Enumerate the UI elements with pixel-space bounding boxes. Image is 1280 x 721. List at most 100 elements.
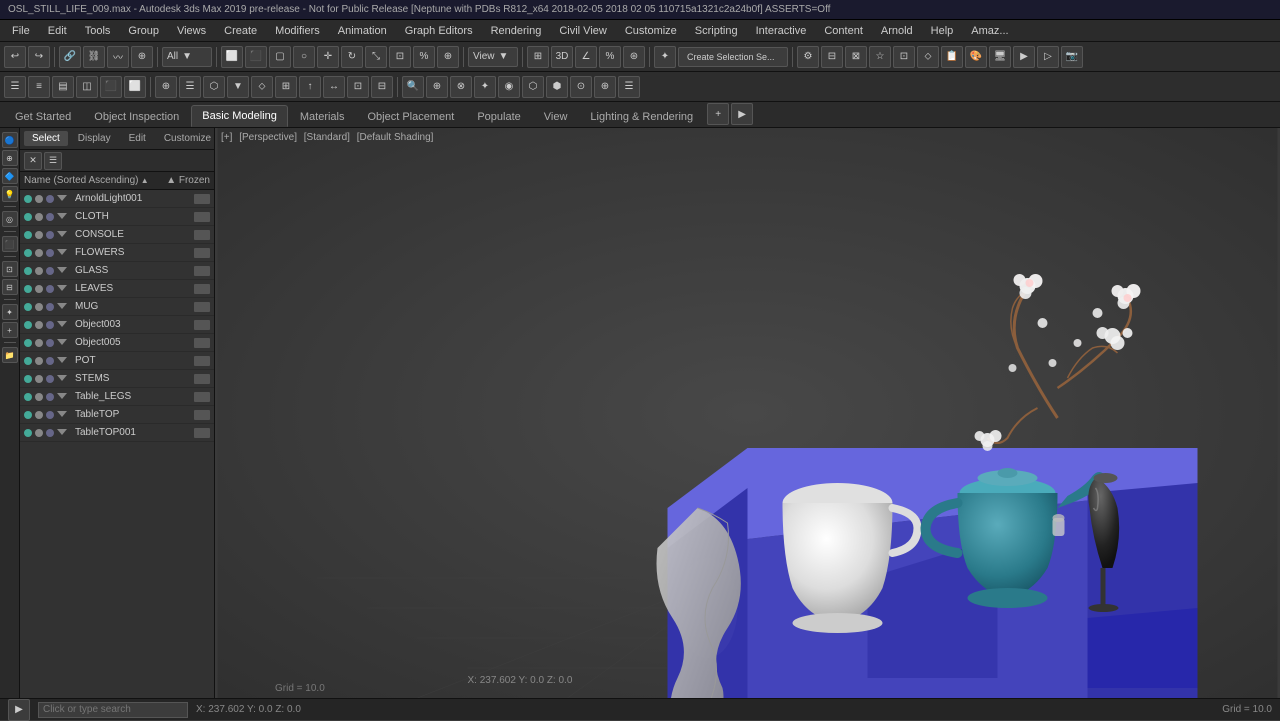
snap-toggle-button[interactable]: ⊕ xyxy=(437,46,459,68)
scene-list-item[interactable]: CLOTH xyxy=(20,208,214,226)
scene-icon-9[interactable]: ✦ xyxy=(2,304,18,320)
scene-list-item[interactable]: STEMS xyxy=(20,370,214,388)
menu-amazon[interactable]: Amaz... xyxy=(963,23,1016,39)
menu-modifiers[interactable]: Modifiers xyxy=(267,23,328,39)
rotate-button[interactable]: ↻ xyxy=(341,46,363,68)
toolbar2-btn13[interactable]: ↑ xyxy=(299,76,321,98)
scene-tab-customize[interactable]: Customize xyxy=(156,131,214,146)
scale-button[interactable]: ⤡ xyxy=(365,46,387,68)
cursor-mode-button[interactable]: ✦ xyxy=(654,46,676,68)
menu-rendering[interactable]: Rendering xyxy=(483,23,550,39)
menu-file[interactable]: File xyxy=(4,23,38,39)
scene-list-item[interactable]: LEAVES xyxy=(20,280,214,298)
toolbar2-btn15[interactable]: ⊡ xyxy=(347,76,369,98)
toolbar2-btn14[interactable]: ↔ xyxy=(323,76,345,98)
toolbar2-btn12[interactable]: ⊞ xyxy=(275,76,297,98)
menu-scripting[interactable]: Scripting xyxy=(687,23,746,39)
place-highlight-button[interactable]: ☆ xyxy=(869,46,891,68)
scene-tab-select[interactable]: Select xyxy=(24,131,68,146)
scene-icon-3[interactable]: 🔷 xyxy=(2,168,18,184)
scene-list-item[interactable]: ArnoldLight001 xyxy=(20,190,214,208)
menu-graph-editors[interactable]: Graph Editors xyxy=(397,23,481,39)
tab-add-button[interactable]: + xyxy=(707,103,729,125)
tab-object-placement[interactable]: Object Placement xyxy=(356,106,465,127)
scene-icon-10[interactable]: + xyxy=(2,322,18,338)
toolbar2-btn22[interactable]: ⬡ xyxy=(522,76,544,98)
toolbar2-btn10[interactable]: ▼ xyxy=(227,76,249,98)
menu-create[interactable]: Create xyxy=(216,23,265,39)
select-circle-button[interactable]: ○ xyxy=(293,46,315,68)
scene-ctrl-options[interactable]: ☰ xyxy=(44,152,62,170)
mirror-button[interactable]: ⊡ xyxy=(389,46,411,68)
normal-align-button[interactable]: ⊠ xyxy=(845,46,867,68)
select-object-button[interactable]: ⬜ xyxy=(221,46,243,68)
menu-animation[interactable]: Animation xyxy=(330,23,395,39)
scene-list-item[interactable]: CONSOLE xyxy=(20,226,214,244)
scene-tab-display[interactable]: Display xyxy=(70,131,119,146)
toolbar2-btn24[interactable]: ⊙ xyxy=(570,76,592,98)
scene-icon-2[interactable]: ⊕ xyxy=(2,150,18,166)
layer-props-button[interactable]: 📋 xyxy=(941,46,963,68)
menu-group[interactable]: Group xyxy=(120,23,167,39)
unlink-button[interactable]: ⛓ xyxy=(83,46,105,68)
menu-content[interactable]: Content xyxy=(816,23,871,39)
scene-list-item[interactable]: MUG xyxy=(20,298,214,316)
toolbar2-btn5[interactable]: ⬛ xyxy=(100,76,122,98)
menu-views[interactable]: Views xyxy=(169,23,214,39)
tab-lighting-rendering[interactable]: Lighting & Rendering xyxy=(579,106,704,127)
tab-overflow-button[interactable]: ▶ xyxy=(731,103,753,125)
toolbar2-btn3[interactable]: ▤ xyxy=(52,76,74,98)
view-dropdown[interactable]: View ▼ xyxy=(468,47,518,67)
tab-object-inspection[interactable]: Object Inspection xyxy=(83,106,190,127)
scene-icon-8[interactable]: ⊟ xyxy=(2,279,18,295)
filter-dropdown[interactable]: All ▼ xyxy=(162,47,212,67)
toolbar2-btn18[interactable]: ⊕ xyxy=(426,76,448,98)
menu-customize[interactable]: Customize xyxy=(617,23,685,39)
tab-get-started[interactable]: Get Started xyxy=(4,106,82,127)
menu-edit[interactable]: Edit xyxy=(40,23,75,39)
wire-color-button[interactable]: 🎨 xyxy=(965,46,987,68)
align-button[interactable]: ⊟ xyxy=(821,46,843,68)
menu-interactive[interactable]: Interactive xyxy=(748,23,815,39)
scene-icon-11[interactable]: 📁 xyxy=(2,347,18,363)
edit-geometry-button[interactable]: ⚙ xyxy=(797,46,819,68)
toolbar2-btn17[interactable]: 🔍 xyxy=(402,76,424,98)
scene-list-item[interactable]: TableTOP001 xyxy=(20,424,214,442)
menu-help[interactable]: Help xyxy=(923,23,962,39)
scene-list-item[interactable]: TableTOP xyxy=(20,406,214,424)
menu-civil-view[interactable]: Civil View xyxy=(551,23,614,39)
scene-list-item[interactable]: FLOWERS xyxy=(20,244,214,262)
select-filter-button[interactable]: ⊕ xyxy=(131,46,153,68)
render-frame-button[interactable]: ▶ xyxy=(1013,46,1035,68)
play-button[interactable]: ▶ xyxy=(8,699,30,721)
toolbar2-btn7[interactable]: ⊕ xyxy=(155,76,177,98)
align-view-button[interactable]: ⬦ xyxy=(917,46,939,68)
menu-tools[interactable]: Tools xyxy=(77,23,119,39)
scene-icon-5[interactable]: ◎ xyxy=(2,211,18,227)
toolbar2-btn2[interactable]: ≡ xyxy=(28,76,50,98)
viewport-area[interactable]: [+] [Perspective] [Standard] [Default Sh… xyxy=(215,128,1280,698)
render-production-button[interactable]: ▷ xyxy=(1037,46,1059,68)
toolbar2-btn25[interactable]: ⊕ xyxy=(594,76,616,98)
move-button[interactable]: ✛ xyxy=(317,46,339,68)
scene-list-item[interactable]: GLASS xyxy=(20,262,214,280)
bind-space-warp-button[interactable]: 〰 xyxy=(107,46,129,68)
scene-icon-6[interactable]: ⬛ xyxy=(2,236,18,252)
select-region-button[interactable]: ⬛ xyxy=(245,46,267,68)
viewport-layout-button[interactable]: ⊞ xyxy=(527,46,549,68)
link-button[interactable]: 🔗 xyxy=(59,46,81,68)
scene-icon-4[interactable]: 💡 xyxy=(2,186,18,202)
scene-tab-edit[interactable]: Edit xyxy=(121,131,154,146)
toolbar2-btn11[interactable]: ⬦ xyxy=(251,76,273,98)
scene-ctrl-close[interactable]: ✕ xyxy=(24,152,42,170)
tab-basic-modeling[interactable]: Basic Modeling xyxy=(191,105,288,127)
select-rect-button[interactable]: ▢ xyxy=(269,46,291,68)
percent-snap-button2[interactable]: % xyxy=(599,46,621,68)
toolbar2-btn16[interactable]: ⊟ xyxy=(371,76,393,98)
create-selection-button[interactable]: Create Selection Se... xyxy=(678,47,788,67)
render-setup-button[interactable]: 🖥 xyxy=(989,46,1011,68)
percent-snap-button[interactable]: % xyxy=(413,46,435,68)
align-camera-button[interactable]: ⊡ xyxy=(893,46,915,68)
render-presets-button[interactable]: 📷 xyxy=(1061,46,1083,68)
toolbar2-btn21[interactable]: ◉ xyxy=(498,76,520,98)
